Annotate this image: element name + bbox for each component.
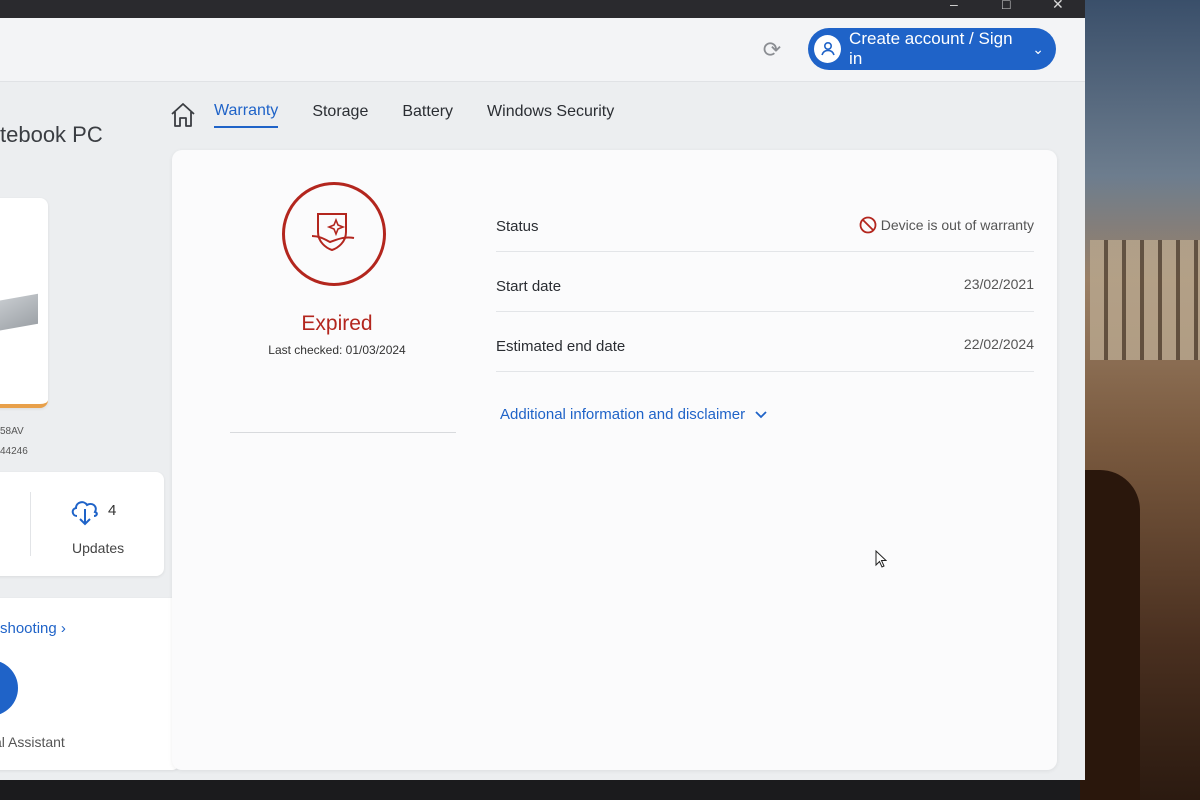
chevron-down-icon — [755, 410, 767, 418]
end-date-label: Estimated end date — [496, 338, 626, 355]
mouse-pointer-icon — [875, 550, 887, 568]
last-checked: Last checked: 01/03/2024 — [268, 343, 406, 357]
home-icon[interactable] — [168, 100, 198, 130]
status-label: Status — [496, 218, 539, 235]
card-divider — [30, 492, 31, 556]
close-button[interactable]: ✕ — [1052, 0, 1064, 13]
assistant-icon — [0, 660, 18, 716]
background-building — [1090, 240, 1200, 360]
desktop-background — [1080, 0, 1200, 800]
virtual-assistant-label: al Assistant — [0, 734, 65, 750]
shield-hand-icon — [282, 182, 386, 286]
sign-in-button[interactable]: Create account / Sign in ⌄ — [808, 28, 1056, 70]
prohibited-icon — [859, 216, 877, 234]
title-bar: – □ ✕ — [0, 0, 1085, 18]
maximize-button[interactable]: □ — [1002, 0, 1010, 12]
tab-storage[interactable]: Storage — [312, 103, 368, 127]
device-title: tebook PC — [0, 122, 103, 147]
tab-bar: Warranty Storage Battery Windows Securit… — [168, 100, 648, 130]
status-value: Device is out of warranty — [859, 216, 1034, 234]
background-arch — [1080, 470, 1140, 800]
end-date-row: Estimated end date 22/02/2024 — [496, 322, 1034, 372]
device-card[interactable]: s › — [0, 198, 48, 408]
tab-windows-security[interactable]: Windows Security — [487, 103, 614, 127]
updates-label: Updates — [72, 540, 125, 556]
start-date-label: Start date — [496, 278, 562, 295]
end-date-value: 22/02/2024 — [963, 336, 1034, 352]
warranty-state: Expired — [301, 312, 373, 335]
top-bar: ⟳ Create account / Sign in ⌄ — [0, 18, 1085, 82]
screen-bottom-edge — [0, 780, 1080, 800]
tab-battery[interactable]: Battery — [402, 103, 453, 127]
troubleshooting-card[interactable]: shooting › al Assistant — [0, 598, 180, 770]
status-text: Device is out of warranty — [880, 217, 1034, 233]
user-icon — [814, 35, 842, 63]
app-window: – □ ✕ ⟳ Create account / Sign in ⌄ teboo… — [0, 0, 1085, 780]
tab-warranty[interactable]: Warranty — [214, 102, 279, 128]
product-number: 58AV — [0, 426, 24, 437]
serial-number: 44246 — [0, 446, 28, 457]
divider — [230, 432, 456, 433]
updates-card[interactable]: 4 Updates — [0, 472, 164, 576]
start-date-row: Start date 23/02/2021 — [496, 262, 1034, 312]
refresh-icon[interactable]: ⟳ — [758, 36, 786, 64]
warranty-panel: Expired Last checked: 01/03/2024 Status … — [172, 150, 1057, 770]
cloud-download-icon — [71, 501, 98, 526]
disclaimer-toggle[interactable]: Additional information and disclaimer — [500, 406, 767, 423]
status-row: Status Device is out of warranty — [496, 202, 1034, 252]
start-date-value: 23/02/2021 — [963, 276, 1034, 292]
disclaimer-label: Additional information and disclaimer — [500, 406, 746, 423]
updates-count: 4 — [108, 502, 117, 519]
laptop-image — [0, 293, 38, 333]
chevron-down-icon: ⌄ — [1032, 40, 1044, 57]
sign-in-label: Create account / Sign in — [849, 29, 1013, 68]
minimize-button[interactable]: – — [950, 0, 958, 12]
troubleshooting-link[interactable]: shooting › — [0, 620, 66, 637]
